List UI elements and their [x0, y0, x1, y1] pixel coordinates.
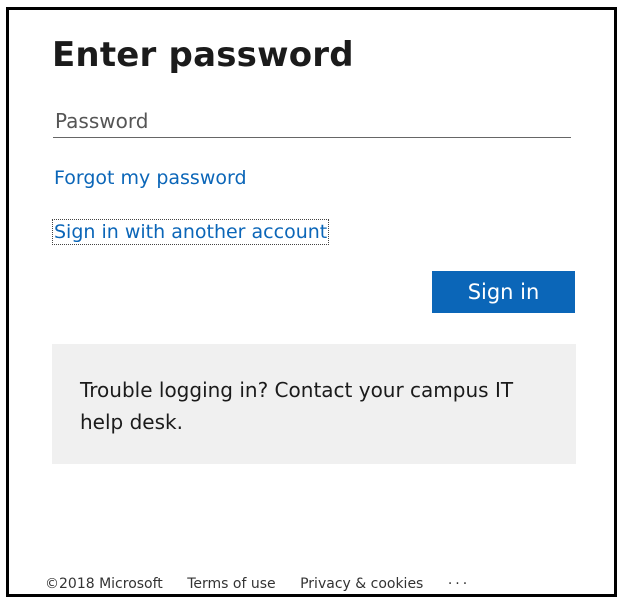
password-input[interactable] [53, 104, 571, 138]
help-message-box: Trouble logging in? Contact your campus … [52, 344, 576, 464]
copyright-text: ©2018 Microsoft [45, 576, 163, 592]
sign-in-button[interactable]: Sign in [432, 271, 575, 313]
help-message-text: Trouble logging in? Contact your campus … [80, 378, 514, 434]
signin-window: Enter password Forgot my password Sign i… [6, 7, 617, 597]
terms-of-use-link[interactable]: Terms of use [187, 576, 275, 592]
sign-in-another-account-link[interactable]: Sign in with another account [51, 219, 330, 245]
footer: ©2018 Microsoft Terms of use Privacy & c… [45, 576, 490, 592]
page-title: Enter password [52, 35, 354, 75]
privacy-cookies-link[interactable]: Privacy & cookies [300, 576, 423, 592]
more-options-icon[interactable]: ··· [448, 576, 470, 592]
forgot-password-link[interactable]: Forgot my password [54, 167, 247, 189]
